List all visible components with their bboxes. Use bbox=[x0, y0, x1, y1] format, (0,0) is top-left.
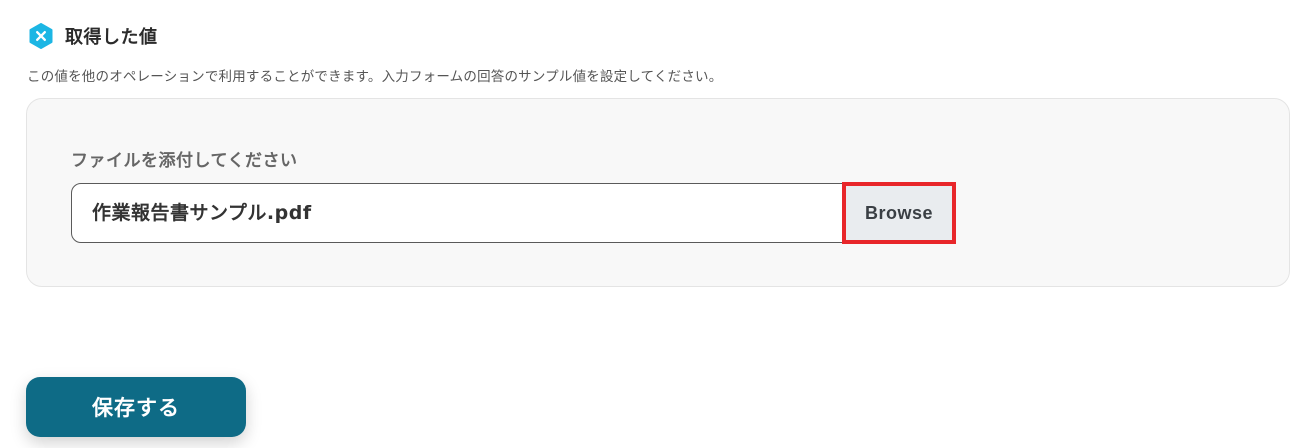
sample-value-panel: ファイルを添付してください 作業報告書サンプル.pdf Browse bbox=[26, 98, 1290, 287]
section-title: 取得した値 bbox=[65, 27, 158, 48]
file-input[interactable]: 作業報告書サンプル.pdf bbox=[71, 183, 952, 243]
x-hexagon-icon bbox=[27, 22, 55, 50]
file-name-value: 作業報告書サンプル.pdf bbox=[92, 202, 312, 224]
section-header: 取得した値 bbox=[27, 22, 158, 50]
browse-button[interactable]: Browse bbox=[842, 182, 956, 244]
section-description: この値を他のオペレーションで利用することができます。入力フォームの回答のサンプル… bbox=[27, 69, 723, 85]
file-field-label: ファイルを添付してください bbox=[71, 151, 298, 171]
save-button[interactable]: 保存する bbox=[26, 377, 246, 437]
